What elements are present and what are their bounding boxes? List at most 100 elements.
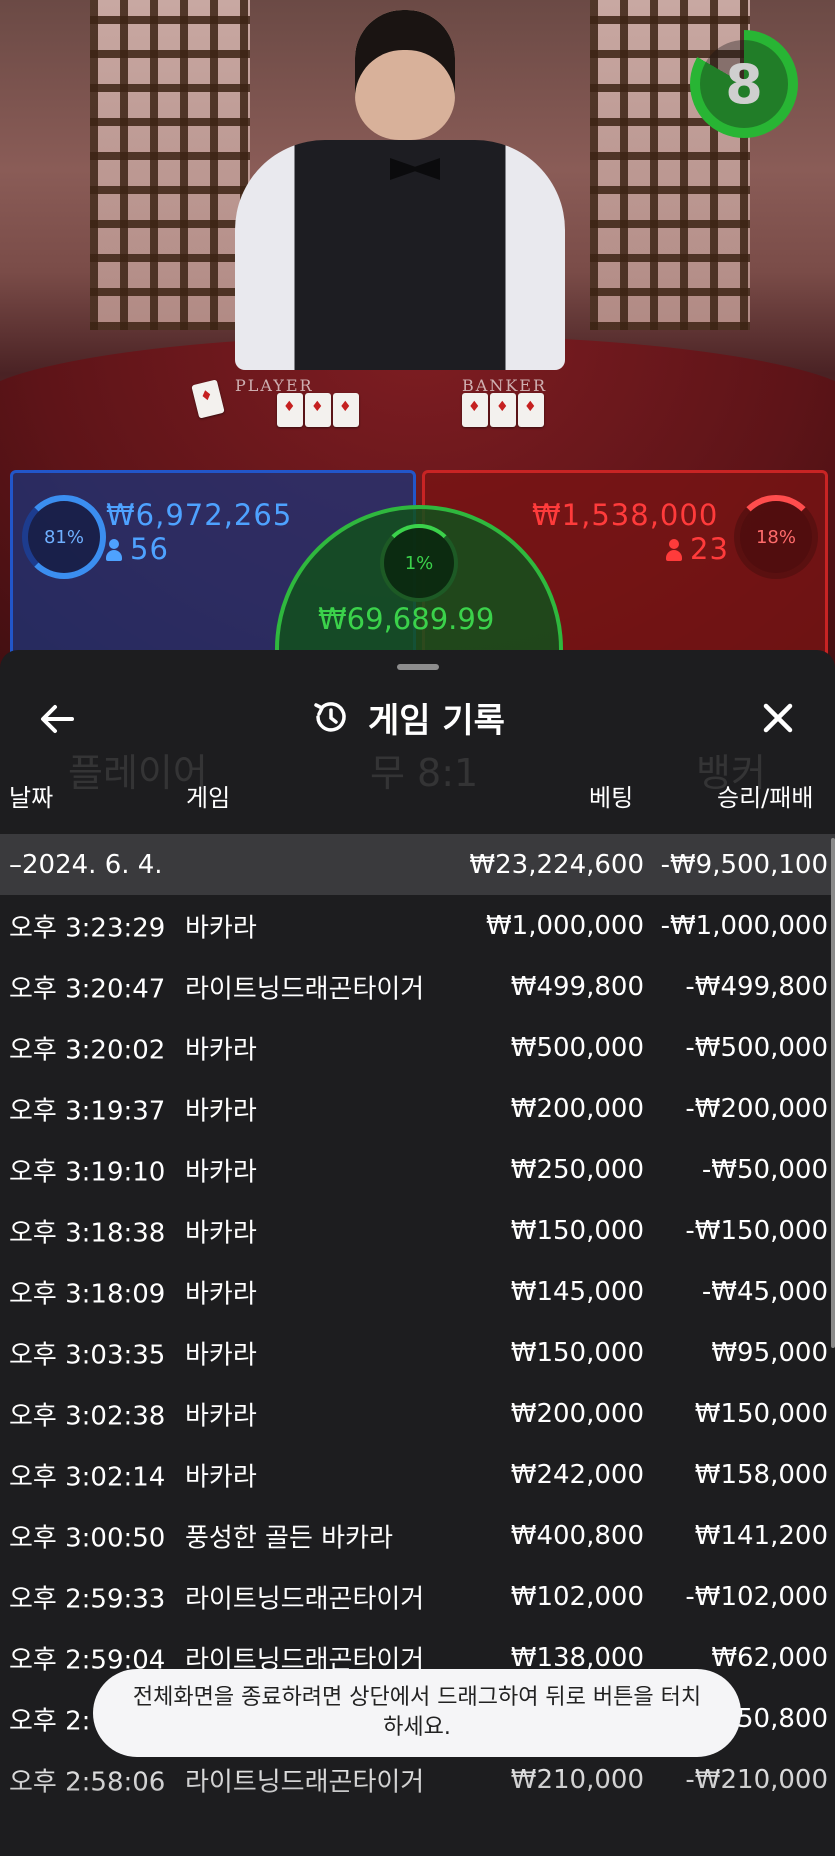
column-header-game: 게임 <box>186 784 231 812</box>
fullscreen-toast: 전체화면을 종료하려면 상단에서 드래그하여 뒤로 버튼을 터치하세요. <box>93 1669 741 1757</box>
history-row[interactable]: 오후 2:59:33 라이트닝드래곤타이거 ₩102,000 -₩102,000 <box>0 1566 835 1627</box>
row-bet: ₩145,000 <box>510 1276 644 1307</box>
row-time: 오후 3:19:10 <box>9 1157 166 1187</box>
card <box>277 393 303 427</box>
tie-total-amount: ₩69,689.99 <box>318 602 495 636</box>
row-bet: ₩400,800 <box>510 1520 644 1551</box>
row-time: 오후 2: <box>9 1706 91 1736</box>
row-time: 오후 3:23:29 <box>9 913 166 943</box>
row-bet: ₩200,000 <box>510 1398 644 1429</box>
row-game: 바카라 <box>185 1096 257 1126</box>
date-group-row[interactable]: –2024. 6. 4. ₩23,224,600 -₩9,500,100 <box>0 834 835 895</box>
tie-percent-ring: 1% <box>380 524 458 602</box>
sheet-title: 게임 기록 <box>368 700 505 741</box>
history-row[interactable]: 오후 3:19:10 바카라 ₩250,000 -₩50,000 <box>0 1139 835 1200</box>
card <box>518 393 544 427</box>
player-percent-ring: 81% <box>22 495 106 579</box>
history-row[interactable]: 오후 3:02:14 바카라 ₩242,000 ₩158,000 <box>0 1444 835 1505</box>
row-game: 풍성한 골든 바카라 <box>185 1523 393 1553</box>
row-game: 바카라 <box>185 1218 257 1248</box>
row-result: ₩62,000 <box>711 1642 828 1673</box>
history-row[interactable]: 오후 3:02:38 바카라 ₩200,000 ₩150,000 <box>0 1383 835 1444</box>
bottom-fade <box>0 1740 835 1856</box>
row-game: 바카라 <box>185 1401 257 1431</box>
background-label: 무 8:1 <box>370 751 479 795</box>
close-icon <box>763 703 793 733</box>
row-game: 바카라 <box>185 1157 257 1187</box>
row-bet: ₩250,000 <box>510 1154 644 1185</box>
row-time: 오후 3:03:35 <box>9 1340 166 1370</box>
column-header-bet: 베팅 <box>589 784 634 812</box>
history-row[interactable]: 오후 3:00:50 풍성한 골든 바카라 ₩400,800 ₩141,200 <box>0 1505 835 1566</box>
card <box>305 393 331 427</box>
row-time: 오후 3:02:38 <box>9 1401 166 1431</box>
banker-total-amount: ₩1,538,000 <box>532 498 719 532</box>
history-row[interactable]: 오후 3:20:02 바카라 ₩500,000 -₩500,000 <box>0 1017 835 1078</box>
decor-screen-left <box>90 0 250 330</box>
history-row[interactable]: 오후 3:19:37 바카라 ₩200,000 -₩200,000 <box>0 1078 835 1139</box>
row-result: -₩500,000 <box>685 1032 828 1063</box>
countdown-timer: 8 <box>690 30 798 138</box>
row-result: -₩499,800 <box>685 971 828 1002</box>
date-total-result: -₩9,500,100 <box>660 849 828 880</box>
row-time: 오후 3:18:09 <box>9 1279 166 1309</box>
row-bet: ₩150,000 <box>510 1215 644 1246</box>
row-result: ₩141,200 <box>694 1520 828 1551</box>
row-result: ₩150,000 <box>694 1398 828 1429</box>
user-icon <box>666 539 682 561</box>
history-row[interactable]: 오후 3:20:47 라이트닝드래곤타이거 ₩499,800 -₩499,800 <box>0 956 835 1017</box>
card <box>333 393 359 427</box>
history-row[interactable]: 오후 3:03:35 바카라 ₩150,000 ₩95,000 <box>0 1322 835 1383</box>
table-label-player: PLAYER <box>235 376 314 395</box>
banker-percent-ring: 18% <box>734 495 818 579</box>
player-count: 56 <box>106 532 169 566</box>
row-time: 오후 3:20:47 <box>9 974 166 1004</box>
row-bet: ₩242,000 <box>510 1459 644 1490</box>
row-result: 50,800 <box>737 1703 828 1734</box>
row-bet: ₩138,000 <box>510 1642 644 1673</box>
row-result: ₩95,000 <box>711 1337 828 1368</box>
date-label: –2024. 6. 4. <box>9 849 163 880</box>
row-result: -₩200,000 <box>685 1093 828 1124</box>
row-time: 오후 3:20:02 <box>9 1035 166 1065</box>
history-row[interactable]: 오후 3:18:09 바카라 ₩145,000 -₩45,000 <box>0 1261 835 1322</box>
user-icon <box>106 539 122 561</box>
arrow-left-icon <box>41 705 74 733</box>
banker-count: 23 <box>666 532 729 566</box>
history-row[interactable]: 오후 3:18:38 바카라 ₩150,000 -₩150,000 <box>0 1200 835 1261</box>
row-result: -₩150,000 <box>685 1215 828 1246</box>
row-game: 바카라 <box>185 913 257 943</box>
row-bet: ₩1,000,000 <box>485 910 644 941</box>
row-time: 오후 3:02:14 <box>9 1462 166 1492</box>
history-row[interactable]: 오후 3:23:29 바카라 ₩1,000,000 -₩1,000,000 <box>0 895 835 956</box>
row-result: -₩102,000 <box>685 1581 828 1612</box>
row-game: 바카라 <box>185 1340 257 1370</box>
row-bet: ₩500,000 <box>510 1032 644 1063</box>
close-button[interactable] <box>756 696 800 740</box>
row-result: -₩1,000,000 <box>660 910 828 941</box>
row-game: 라이트닝드래곤타이거 <box>185 1584 425 1614</box>
row-game: 바카라 <box>185 1035 257 1065</box>
row-bet: ₩150,000 <box>510 1337 644 1368</box>
history-list: –2024. 6. 4. ₩23,224,600 -₩9,500,100 오후 … <box>0 834 835 1810</box>
row-result: -₩45,000 <box>701 1276 828 1307</box>
row-time: 오후 2:59:33 <box>9 1584 166 1614</box>
column-header-date: 날짜 <box>9 784 54 812</box>
back-button[interactable] <box>36 698 78 740</box>
history-icon <box>314 702 346 732</box>
row-time: 오후 3:18:38 <box>9 1218 166 1248</box>
row-result: ₩158,000 <box>694 1459 828 1490</box>
drag-handle[interactable] <box>397 664 439 670</box>
card <box>462 393 488 427</box>
row-time: 오후 3:00:50 <box>9 1523 166 1553</box>
dealer-head <box>355 10 455 140</box>
row-bet: ₩499,800 <box>510 971 644 1002</box>
row-bet: ₩200,000 <box>510 1093 644 1124</box>
row-game: 바카라 <box>185 1279 257 1309</box>
row-game: 라이트닝드래곤타이거 <box>185 974 425 1004</box>
sheet-header: 게임 기록 <box>310 692 505 742</box>
player-total-amount: ₩6,972,265 <box>106 498 293 532</box>
row-bet: ₩102,000 <box>510 1581 644 1612</box>
scrollbar[interactable] <box>831 838 835 1348</box>
date-total-bet: ₩23,224,600 <box>469 849 644 880</box>
